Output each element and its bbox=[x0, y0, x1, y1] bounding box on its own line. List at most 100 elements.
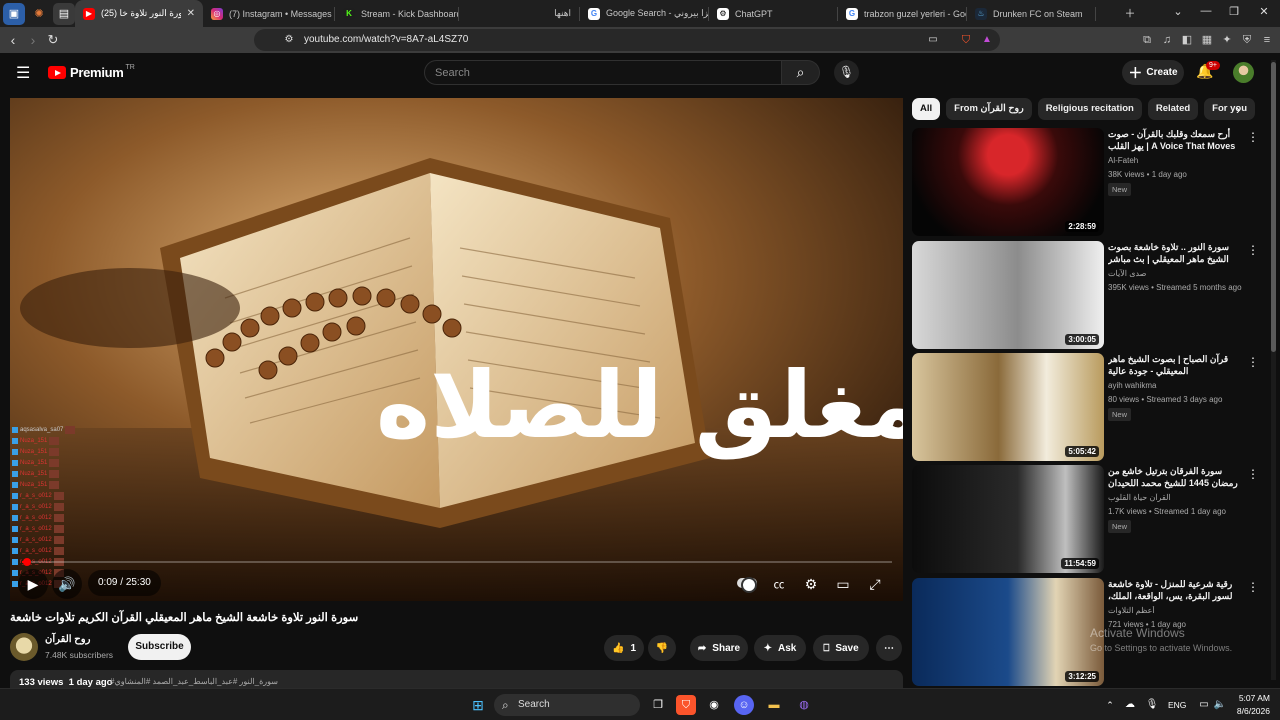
chip-from-channel[interactable]: From روح القرآن bbox=[946, 98, 1032, 120]
play-button[interactable]: ▶ bbox=[18, 569, 48, 599]
tab-search-icon[interactable]: ⌄ bbox=[1166, 5, 1190, 18]
chip-for-you[interactable]: For you bbox=[1204, 98, 1256, 120]
video-thumbnail[interactable]: 3:00:05 bbox=[912, 241, 1104, 349]
minimize-icon[interactable]: — bbox=[1194, 5, 1218, 17]
recommendation-title[interactable]: قرآن الصباح | بصوت الشيخ ماهر المعيقلي -… bbox=[1108, 353, 1244, 377]
url-field[interactable]: ⚙ youtube.com/watch?v=8A7-aL4SZ70 ▭ ⛉ ▲ bbox=[254, 29, 1000, 51]
chip-religious-recitation[interactable]: Religious recitation bbox=[1037, 98, 1142, 120]
chip-related[interactable]: Related bbox=[1147, 98, 1199, 120]
new-tab-icon[interactable]: ＋ bbox=[1118, 5, 1142, 21]
tab-google-pizza[interactable]: G Google Search - بيتزا بيروني bbox=[580, 0, 708, 27]
scrollbar-thumb[interactable] bbox=[1271, 62, 1276, 352]
recommendation-title[interactable]: سورة الفرقان بترتيل خاشع من رمضان 1445 ل… bbox=[1108, 465, 1244, 489]
video-thumbnail[interactable]: 11:54:59 bbox=[912, 465, 1104, 573]
recommendation-title[interactable]: رقية شرعية للمنزل - تلاوة خاشعة لسور الب… bbox=[1108, 578, 1244, 602]
search-button[interactable]: ⌕ bbox=[782, 60, 820, 85]
tab-instagram[interactable]: ◎ (7) Instagram • Messages bbox=[203, 0, 334, 27]
cloud-icon[interactable]: ☁ bbox=[1120, 695, 1140, 715]
channel-avatar[interactable] bbox=[10, 633, 38, 661]
video-thumbnail[interactable]: 3:12:25 bbox=[912, 578, 1104, 686]
pinned-tab-icon[interactable]: ✺ bbox=[28, 3, 50, 25]
brave-shield-icon[interactable]: ⛉ bbox=[957, 31, 975, 49]
tab-generic[interactable]: اهنها bbox=[459, 0, 579, 27]
recommendation-channel[interactable]: ayih wahikma bbox=[1108, 381, 1244, 390]
recommendation-card[interactable]: 3:00:05 سورة النور .. تلاوة خاشعة بصوت ال… bbox=[912, 241, 1259, 349]
brave-rewards-icon[interactable]: ▲ bbox=[978, 31, 996, 49]
site-info-icon[interactable]: ⚙ bbox=[280, 31, 298, 49]
extensions-icon[interactable]: ⧉ bbox=[1140, 33, 1154, 47]
brave-browser-icon[interactable]: ⛉ bbox=[676, 695, 696, 715]
theater-mode-button[interactable]: ▭ bbox=[828, 569, 858, 599]
recommendation-title[interactable]: أرح سمعك وقلبك بالقرآن - صوت يهز القلب |… bbox=[1108, 128, 1244, 152]
chevron-right-icon[interactable]: › bbox=[1236, 102, 1240, 117]
close-tab-icon[interactable]: ✕ bbox=[181, 8, 195, 19]
tab-youtube[interactable]: ▶ (25) سورة النور تلاوة خا ✕ bbox=[75, 0, 203, 27]
media-icon[interactable]: ♫ bbox=[1160, 33, 1174, 47]
channel-name[interactable]: روح القرآن bbox=[45, 634, 90, 645]
recommendation-card[interactable]: 11:54:59 سورة الفرقان بترتيل خاشع من رمضا… bbox=[912, 465, 1259, 573]
close-window-icon[interactable]: ✕ bbox=[1252, 5, 1276, 18]
pinned-tab-active-icon[interactable]: ▤ bbox=[53, 2, 75, 25]
autoplay-toggle[interactable] bbox=[737, 577, 757, 593]
clock-date[interactable]: 8/6/2026 bbox=[1222, 706, 1270, 716]
tab-steam[interactable]: ♨ Drunken FC on Steam bbox=[967, 0, 1095, 27]
volume-button[interactable]: 🔊 bbox=[52, 569, 82, 599]
discord-icon[interactable]: ☺ bbox=[734, 695, 754, 715]
forward-icon[interactable]: › bbox=[24, 31, 42, 49]
windows-start-icon[interactable]: ⊞ bbox=[468, 695, 488, 715]
language-indicator[interactable]: ENG bbox=[1168, 700, 1186, 710]
recommendation-channel[interactable]: القرآن حياة القلوب bbox=[1108, 493, 1244, 502]
clock-time[interactable]: 5:07 AM bbox=[1232, 693, 1270, 703]
recommendation-channel[interactable]: أعظم التلاوات bbox=[1108, 606, 1244, 615]
subscribe-button[interactable]: Subscribe bbox=[128, 634, 191, 660]
tab-chatgpt[interactable]: ⚙ ChatGPT bbox=[709, 0, 837, 27]
recommendation-card[interactable]: 5:05:42 قرآن الصباح | بصوت الشيخ ماهر الم… bbox=[912, 353, 1259, 461]
video-thumbnail[interactable]: 5:05:42 bbox=[912, 353, 1104, 461]
voice-search-button[interactable]: 🎙 bbox=[834, 60, 859, 85]
hashtags[interactable]: #سورة_النور #عبد_الباسط_عبد_الصمد #المنش… bbox=[110, 677, 278, 686]
youtube-premium-logo[interactable]: Premium TR bbox=[48, 64, 135, 80]
sidebar-icon[interactable]: ◧ bbox=[1180, 33, 1194, 47]
video-thumbnail[interactable]: 2:28:59 bbox=[912, 128, 1104, 236]
reload-icon[interactable]: ↻ bbox=[44, 31, 62, 49]
file-explorer-icon[interactable]: ▬ bbox=[764, 695, 784, 715]
chip-all[interactable]: All bbox=[912, 98, 941, 120]
wallet-icon[interactable]: ▦ bbox=[1200, 33, 1214, 47]
create-button[interactable]: ＋ Create bbox=[1122, 60, 1184, 85]
recommendation-card[interactable]: 2:28:59 أرح سمعك وقلبك بالقرآن - صوت يهز … bbox=[912, 128, 1259, 236]
more-options-icon[interactable]: ⋮ bbox=[1247, 355, 1259, 369]
fullscreen-button[interactable]: ⤢ bbox=[860, 569, 890, 599]
more-options-icon[interactable]: ⋮ bbox=[1247, 243, 1259, 257]
taskbar-search[interactable]: Search bbox=[494, 694, 640, 716]
save-button[interactable]: ⎕ Save bbox=[813, 635, 869, 661]
recommendation-card[interactable]: 3:12:25 رقية شرعية للمنزل - تلاوة خاشعة ل… bbox=[912, 578, 1259, 686]
cast-icon[interactable]: ▭ bbox=[924, 31, 942, 49]
task-view-icon[interactable]: ❐ bbox=[648, 695, 668, 715]
back-icon[interactable]: ‹ bbox=[4, 31, 22, 49]
ask-button[interactable]: ✦ Ask bbox=[754, 635, 806, 661]
more-actions-button[interactable]: ⋯ bbox=[876, 635, 902, 661]
obs-icon[interactable]: ◉ bbox=[704, 695, 724, 715]
microphone-tray-icon[interactable]: 🎙 bbox=[1142, 695, 1162, 715]
account-avatar[interactable] bbox=[1233, 62, 1254, 83]
sidebar-toggle-icon[interactable]: ▣ bbox=[3, 2, 25, 25]
progress-bar[interactable] bbox=[22, 558, 892, 566]
more-options-icon[interactable]: ⋮ bbox=[1247, 580, 1259, 594]
show-hidden-icons-icon[interactable]: ⌃ bbox=[1100, 695, 1120, 715]
recommendation-channel[interactable]: صدى الآيات bbox=[1108, 269, 1244, 278]
leo-ai-icon[interactable]: ✦ bbox=[1220, 33, 1234, 47]
settings-button[interactable]: ⚙ bbox=[796, 569, 826, 599]
vpn-icon[interactable]: ⛨ bbox=[1240, 33, 1254, 47]
browser-menu-icon[interactable]: ≡ bbox=[1260, 33, 1274, 47]
more-options-icon[interactable]: ⋮ bbox=[1247, 130, 1259, 144]
share-button[interactable]: ➦ Share bbox=[690, 635, 748, 661]
video-player[interactable]: مغلق للصلاه aqsasalva_sa07 Nuza_151 Nuza_1… bbox=[10, 98, 903, 601]
captions-button[interactable]: ㏄ bbox=[764, 569, 794, 599]
dislike-button[interactable]: 👎 bbox=[648, 635, 676, 661]
like-button[interactable]: 👍 1 bbox=[604, 635, 644, 661]
app-icon[interactable]: ◍ bbox=[794, 695, 814, 715]
more-options-icon[interactable]: ⋮ bbox=[1247, 467, 1259, 481]
search-input[interactable]: Search bbox=[424, 60, 782, 85]
hamburger-menu-icon[interactable]: ☰ bbox=[16, 63, 30, 83]
recommendation-channel[interactable]: Al-Fateh bbox=[1108, 156, 1244, 165]
